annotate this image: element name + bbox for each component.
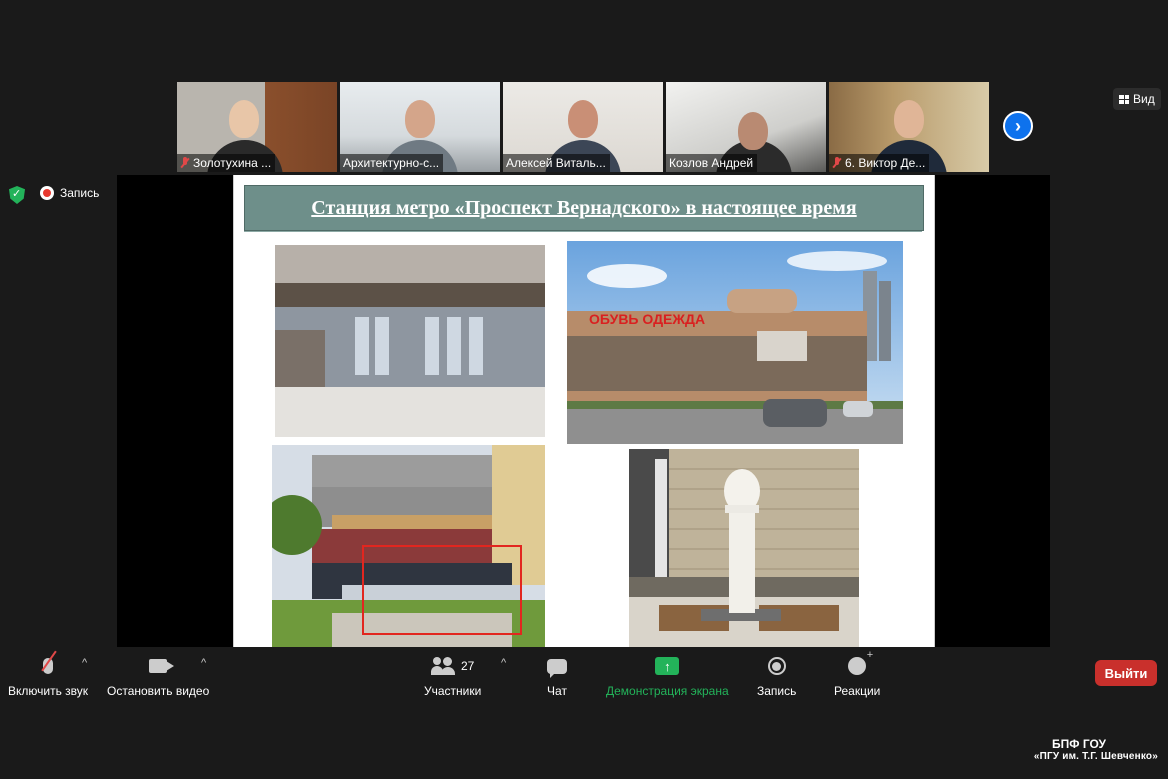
participants-count: 27 <box>460 659 475 673</box>
shop-signage: ОБУВЬ ОДЕЖДА <box>589 311 705 327</box>
participant-name-bar: Козлов Андрей <box>666 154 758 172</box>
participant-tile[interactable]: 6. Виктор Де... <box>829 82 989 172</box>
shopping-center-image: ОБУВЬ ОДЕЖДА <box>567 241 903 444</box>
participant-name-bar: 6. Виктор Де... <box>829 154 930 172</box>
meeting-toolbar: Включить звук ^ Остановить видео ^ 27 Уч… <box>0 647 1168 707</box>
participant-name: 6. Виктор Де... <box>845 156 926 170</box>
participants-button[interactable]: 27 Участники <box>424 653 481 698</box>
unmute-label: Включить звук <box>8 684 89 698</box>
record-label: Запись <box>757 684 797 698</box>
metro-entrance-photo <box>275 245 545 437</box>
recording-indicator[interactable]: Запись <box>40 186 99 200</box>
grid-icon <box>1119 94 1129 104</box>
reactions-button[interactable]: Реакции <box>834 649 881 698</box>
participant-face <box>894 100 924 138</box>
participant-tile[interactable]: Золотухина ... <box>177 82 337 172</box>
muted-mic-icon <box>180 157 190 169</box>
chat-label: Чат <box>547 684 567 698</box>
watermark-line-1: БПФ ГОУ <box>1052 737 1106 751</box>
watermark-line-2: «ПГУ им. Т.Г. Шевченко» <box>1033 751 1158 762</box>
participant-face <box>568 100 598 138</box>
construction-site-photo <box>272 445 545 647</box>
participant-face <box>405 100 435 138</box>
shield-icon[interactable] <box>9 186 25 204</box>
view-button-label: Вид <box>1133 92 1155 106</box>
reactions-label: Реакции <box>834 684 881 698</box>
highlight-frame <box>362 545 522 635</box>
record-icon <box>40 186 54 200</box>
chat-button[interactable]: Чат <box>547 653 567 698</box>
participant-face <box>229 100 259 138</box>
participant-tile[interactable]: Архитектурно-с... <box>340 82 500 172</box>
participant-name: Золотухина ... <box>193 156 272 170</box>
record-button[interactable]: Запись <box>757 653 796 698</box>
stop-video-button[interactable]: Остановить видео <box>107 653 209 698</box>
share-screen-label: Демонстрация экрана <box>606 684 729 698</box>
audio-options-caret-icon[interactable]: ^ <box>82 657 87 669</box>
participants-icon: 27 <box>430 653 475 679</box>
shared-screen: Станция метро «Проспект Вернадского» в н… <box>117 175 1050 647</box>
leave-meeting-button[interactable]: Выйти <box>1095 660 1157 686</box>
video-camera-icon <box>149 653 175 679</box>
participant-name-bar: Золотухина ... <box>177 154 276 172</box>
shopping-center-photo: ОБУВЬ ОДЕЖДА <box>567 241 903 444</box>
muted-mic-icon <box>832 157 842 169</box>
share-screen-icon: ↑ <box>655 653 680 679</box>
slide-title-banner: Станция метро «Проспект Вернадского» в н… <box>244 185 924 231</box>
view-button[interactable]: Вид <box>1113 88 1161 110</box>
participant-tile-active-speaker[interactable]: Алексей Виталь... <box>503 82 663 172</box>
presentation-slide: Станция метро «Проспект Вернадского» в н… <box>233 175 935 647</box>
metro-entrance-image <box>275 245 545 437</box>
bust-monument-photo <box>629 449 859 647</box>
stop-video-label: Остановить видео <box>107 684 210 698</box>
smiley-reaction-icon <box>848 649 873 679</box>
chat-icon <box>547 653 567 679</box>
participant-name: Алексей Виталь... <box>506 156 606 170</box>
slide-title: Станция метро «Проспект Вернадского» в н… <box>311 196 857 219</box>
slide-divider <box>244 231 922 232</box>
participants-options-caret-icon[interactable]: ^ <box>501 657 506 669</box>
participant-name-bar: Алексей Виталь... <box>503 154 610 172</box>
record-icon <box>767 653 786 679</box>
participants-label: Участники <box>424 684 482 698</box>
institution-watermark: БПФ ГОУ «ПГУ им. Т.Г. Шевченко» <box>1034 737 1158 762</box>
participant-name-bar: Архитектурно-с... <box>340 154 444 172</box>
participant-name: Козлов Андрей <box>669 156 754 170</box>
muted-microphone-icon <box>41 650 57 679</box>
participant-face <box>738 112 768 150</box>
participant-name: Архитектурно-с... <box>343 156 440 170</box>
unmute-button[interactable]: Включить звук <box>8 650 89 698</box>
bust-monument-image <box>629 449 859 647</box>
share-screen-button[interactable]: ↑ Демонстрация экрана <box>606 653 729 698</box>
video-options-caret-icon[interactable]: ^ <box>201 657 206 669</box>
next-page-chevron-right-icon[interactable]: › <box>1003 111 1033 141</box>
recording-label: Запись <box>60 186 100 200</box>
participant-tile[interactable]: Козлов Андрей <box>666 82 826 172</box>
